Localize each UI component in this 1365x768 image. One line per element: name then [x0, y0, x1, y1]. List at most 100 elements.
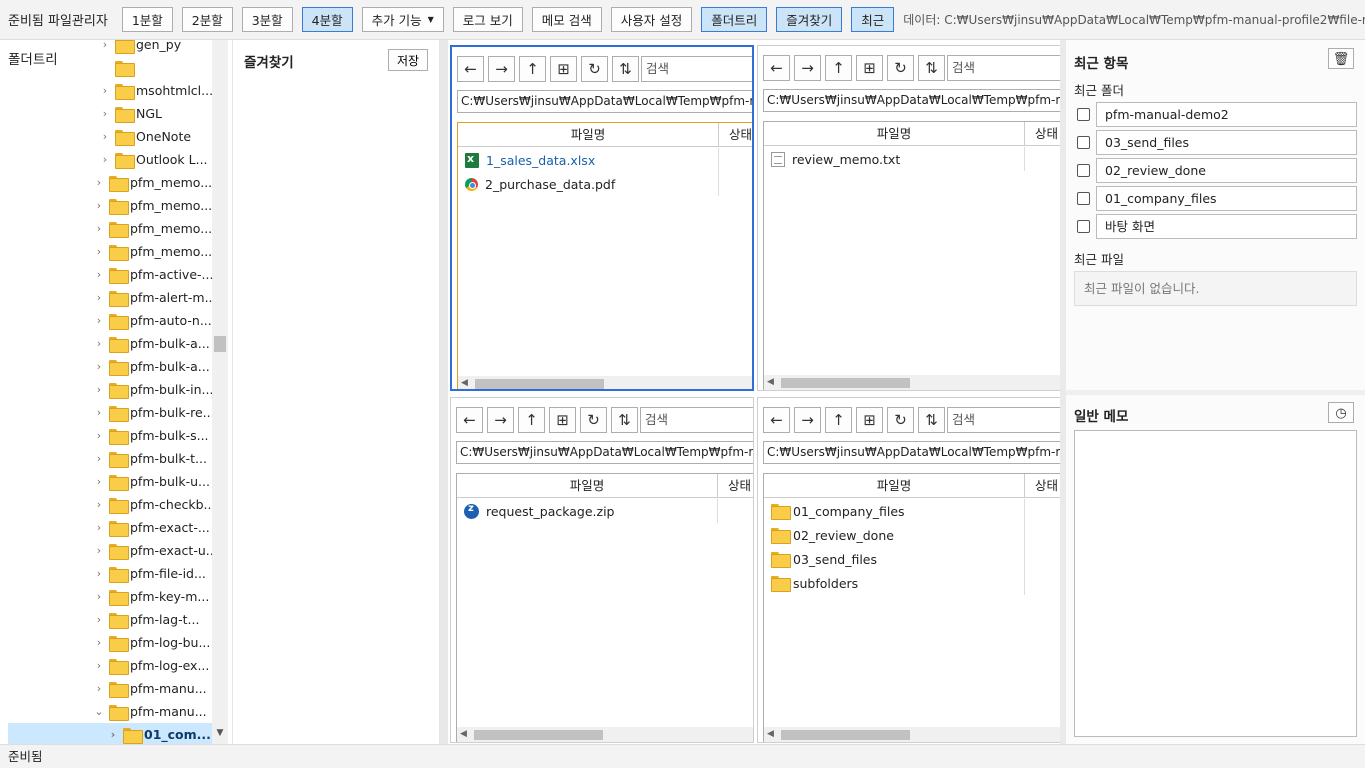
tree-item[interactable]: › pfm-bulk-u...: [94, 470, 210, 493]
expand-chevron-icon[interactable]: ›: [94, 176, 104, 189]
up-button[interactable]: ↑: [825, 407, 852, 433]
file-row[interactable]: 2_purchase_data.pdf: [458, 172, 719, 196]
file-row[interactable]: 01_company_files: [764, 499, 1025, 523]
memo-textarea[interactable]: [1074, 430, 1357, 737]
expand-chevron-icon[interactable]: ›: [94, 222, 104, 235]
user-settings-button[interactable]: 사용자 설정: [610, 7, 693, 32]
sort-button[interactable]: ⇅: [612, 56, 639, 82]
expand-chevron-icon[interactable]: ›: [94, 452, 104, 465]
expand-chevron-icon[interactable]: ›: [94, 383, 104, 396]
split-3-button[interactable]: 3분할: [241, 7, 293, 32]
expand-chevron-icon[interactable]: ›: [94, 406, 104, 419]
recent-folder-label[interactable]: pfm-manual-demo2: [1096, 102, 1357, 127]
recent-folder-item[interactable]: 03_send_files: [1074, 130, 1357, 155]
scroll-left-arrow-icon[interactable]: ◀: [767, 377, 774, 387]
more-features-button[interactable]: 추가 기능 ▼: [361, 7, 444, 32]
horizontal-scrollbar-thumb[interactable]: [474, 730, 603, 740]
expand-chevron-icon[interactable]: ›: [94, 268, 104, 281]
recent-folder-label[interactable]: 02_review_done: [1096, 158, 1357, 183]
forward-button[interactable]: →: [488, 56, 515, 82]
file-row[interactable]: 03_send_files: [764, 547, 1025, 571]
horizontal-scrollbar-thumb[interactable]: [781, 378, 910, 388]
recent-folder-item[interactable]: 바탕 화면: [1074, 214, 1357, 239]
horizontal-scrollbar[interactable]: ◀: [458, 376, 752, 389]
scroll-left-arrow-icon[interactable]: ◀: [460, 729, 467, 739]
column-header-status[interactable]: 상태: [1035, 122, 1058, 145]
tree-item[interactable]: › pfm-bulk-in...: [94, 378, 213, 401]
tree-item[interactable]: › pfm-bulk-s...: [94, 424, 209, 447]
back-button[interactable]: ←: [763, 55, 790, 81]
expand-chevron-icon[interactable]: ›: [94, 659, 104, 672]
pane-search-input[interactable]: 검색: [947, 55, 1060, 81]
pane-address-bar[interactable]: C:₩Users₩jinsu₩AppData₩Local₩Temp₩pfm-ma…: [763, 89, 1060, 112]
expand-chevron-icon[interactable]: ›: [94, 613, 104, 626]
recent-folder-checkbox[interactable]: [1077, 136, 1090, 149]
refresh-button[interactable]: ↻: [887, 55, 914, 81]
favorites-toggle[interactable]: 즐겨찾기: [776, 7, 843, 32]
recent-folder-checkbox[interactable]: [1077, 164, 1090, 177]
scroll-down-arrow-icon[interactable]: ▼: [214, 728, 226, 740]
forward-button[interactable]: →: [794, 407, 821, 433]
new-folder-button[interactable]: ⊞: [549, 407, 576, 433]
refresh-button[interactable]: ↻: [887, 407, 914, 433]
tree-item[interactable]: › NGL: [100, 102, 162, 125]
file-row[interactable]: request_package.zip: [457, 499, 718, 523]
tree-item[interactable]: › pfm-key-m...: [94, 585, 209, 608]
horizontal-scrollbar-thumb[interactable]: [475, 379, 604, 389]
tree-item[interactable]: › pfm_memo...: [94, 240, 212, 263]
pane-address-bar[interactable]: C:₩Users₩jinsu₩AppData₩Local₩Temp₩pfm-ma…: [456, 441, 753, 464]
sort-button[interactable]: ⇅: [611, 407, 638, 433]
new-folder-button[interactable]: ⊞: [856, 407, 883, 433]
expand-chevron-icon[interactable]: ›: [100, 40, 110, 51]
expand-chevron-icon[interactable]: ›: [94, 475, 104, 488]
back-button[interactable]: ←: [457, 56, 484, 82]
expand-chevron-icon[interactable]: ›: [94, 337, 104, 350]
clear-recent-button[interactable]: 🗑: [1328, 48, 1354, 69]
pane-file-list[interactable]: 파일명 상태 1_sales_data.xlsx 2_purchase_data.pd…: [457, 122, 752, 389]
new-folder-button[interactable]: ⊞: [856, 55, 883, 81]
expand-chevron-icon[interactable]: ›: [94, 498, 104, 511]
tree-item[interactable]: › gen_py: [100, 40, 181, 56]
folder-tree-toggle[interactable]: 폴더트리: [701, 7, 768, 32]
recent-folder-checkbox[interactable]: [1077, 192, 1090, 205]
pane-address-bar[interactable]: C:₩Users₩jinsu₩AppData₩Local₩Temp₩pfm-ma…: [763, 441, 1060, 464]
column-header-name[interactable]: 파일명: [764, 474, 1025, 498]
recent-toggle[interactable]: 최근: [851, 7, 895, 32]
tree-item[interactable]: › Outlook L...: [100, 148, 208, 171]
expand-chevron-icon[interactable]: ›: [100, 153, 110, 166]
file-row[interactable]: subfolders: [764, 571, 1025, 595]
pane-search-input[interactable]: 검색: [641, 56, 752, 82]
expand-chevron-icon[interactable]: ›: [94, 291, 104, 304]
expand-chevron-icon[interactable]: ›: [94, 682, 104, 695]
tree-item[interactable]: › pfm-checkb...: [94, 493, 215, 516]
view-log-button[interactable]: 로그 보기: [452, 7, 523, 32]
favorites-save-button[interactable]: 저장: [388, 49, 429, 71]
tree-item[interactable]: [100, 56, 136, 79]
tree-item[interactable]: › pfm-exact-...: [94, 516, 210, 539]
split-2-button[interactable]: 2분할: [181, 7, 233, 32]
expand-chevron-icon[interactable]: ›: [94, 360, 104, 373]
recent-folder-label[interactable]: 03_send_files: [1096, 130, 1357, 155]
forward-button[interactable]: →: [487, 407, 514, 433]
panel-splitter[interactable]: [440, 40, 448, 744]
sort-button[interactable]: ⇅: [918, 55, 945, 81]
tree-item[interactable]: › pfm-exact-u...: [94, 539, 218, 562]
forward-button[interactable]: →: [794, 55, 821, 81]
tree-item[interactable]: › pfm-lag-t...: [94, 608, 199, 631]
split-4-button[interactable]: 4분할: [301, 7, 353, 32]
up-button[interactable]: ↑: [519, 56, 546, 82]
column-header-name[interactable]: 파일명: [457, 474, 718, 498]
tree-item[interactable]: › OneNote: [100, 125, 191, 148]
tree-scrollbar-thumb[interactable]: [214, 336, 226, 352]
tree-item[interactable]: ⌄ pfm-manu...: [94, 700, 207, 723]
new-folder-button[interactable]: ⊞: [550, 56, 577, 82]
horizontal-scrollbar[interactable]: ◀: [457, 727, 753, 742]
expand-chevron-icon[interactable]: ›: [94, 199, 104, 212]
expand-chevron-icon[interactable]: ⌄: [94, 705, 104, 718]
expand-chevron-icon[interactable]: ›: [94, 636, 104, 649]
expand-chevron-icon[interactable]: ›: [94, 245, 104, 258]
back-button[interactable]: ←: [763, 407, 790, 433]
tree-item[interactable]: › pfm-alert-m...: [94, 286, 217, 309]
expand-chevron-icon[interactable]: ›: [94, 521, 104, 534]
expand-chevron-icon[interactable]: ›: [100, 130, 110, 143]
